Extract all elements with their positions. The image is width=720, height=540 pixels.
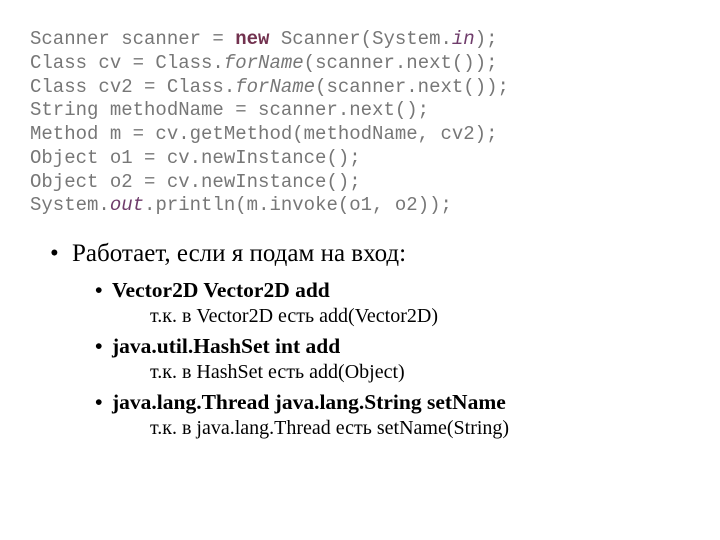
- code-line-1: Scanner scanner = new Scanner(System.in)…: [30, 28, 498, 50]
- code-line-4: String methodName = scanner.next();: [30, 99, 429, 121]
- example-2-sub: т.к. в HashSet есть add(Object): [150, 361, 690, 384]
- example-2-title: java.util.HashSet int add: [112, 334, 340, 358]
- example-3-sub: т.к. в java.lang.Thread есть setName(Str…: [150, 417, 690, 440]
- sub-list: Vector2D Vector2D add т.к. в Vector2D ес…: [72, 278, 690, 440]
- code-line-5: Method m = cv.getMethod(methodName, cv2)…: [30, 123, 497, 145]
- example-1-title: Vector2D Vector2D add: [112, 278, 330, 302]
- example-2: java.util.HashSet int add: [112, 334, 690, 359]
- code-line-2: Class cv = Class.forName(scanner.next())…: [30, 52, 498, 74]
- bullet-list: Работает, если я подам на вход: Vector2D…: [30, 240, 690, 440]
- code-line-3: Class cv2 = Class.forName(scanner.next()…: [30, 76, 509, 98]
- code-line-7: Object o2 = cv.newInstance();: [30, 171, 361, 193]
- example-3-title: java.lang.Thread java.lang.String setNam…: [112, 390, 506, 414]
- code-block: Scanner scanner = new Scanner(System.in)…: [30, 28, 690, 218]
- example-1: Vector2D Vector2D add: [112, 278, 690, 303]
- heading-bullet: Работает, если я подам на вход:: [72, 240, 690, 268]
- example-1-sub: т.к. в Vector2D есть add(Vector2D): [150, 305, 690, 328]
- heading-text: Работает, если я подам на вход:: [72, 240, 406, 267]
- code-line-8: System.out.println(m.invoke(o1, o2));: [30, 194, 452, 216]
- example-3: java.lang.Thread java.lang.String setNam…: [112, 390, 690, 415]
- code-line-6: Object o1 = cv.newInstance();: [30, 147, 361, 169]
